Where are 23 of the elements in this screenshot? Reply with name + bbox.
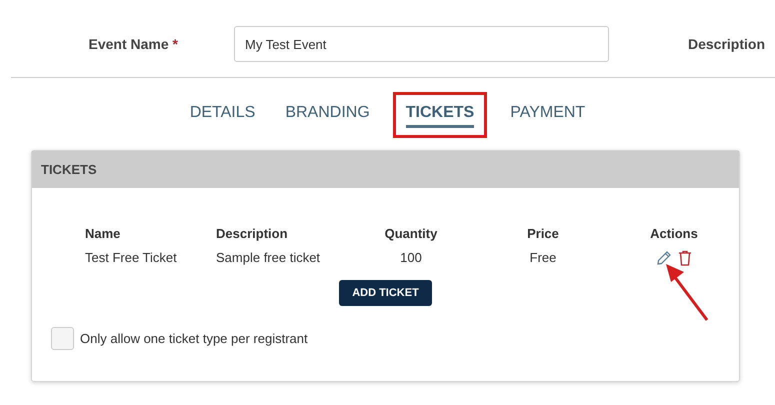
table-cell-text: Sample free ticket <box>216 250 322 266</box>
column-header: Quantity <box>384 226 438 241</box>
checkbox[interactable] <box>51 327 74 350</box>
annotation-arrow <box>664 262 710 322</box>
column-header: Price <box>526 226 560 241</box>
event-name-field[interactable]: My Test Event <box>234 26 609 62</box>
event-name-label: Event Name * <box>88 36 178 52</box>
tab[interactable]: TICKETS <box>392 92 488 138</box>
trash-icon[interactable] <box>678 250 692 266</box>
description-label: Description <box>688 36 766 52</box>
tab[interactable]: DETAILS <box>176 92 268 138</box>
column-header: Actions <box>649 226 699 241</box>
pencil-icon[interactable] <box>656 250 672 266</box>
table-cell-text: Free <box>528 250 558 266</box>
panel-header: TICKETS <box>32 151 739 188</box>
checkbox-label: Only allow one ticket type per registrant <box>80 331 308 346</box>
column-header: Description <box>216 226 289 241</box>
add-ticket-button[interactable]: ADD TICKET <box>339 280 432 306</box>
tab[interactable]: BRANDING <box>272 92 383 138</box>
column-header: Name <box>85 226 122 241</box>
table-cell-text: Test Free Ticket <box>85 250 178 266</box>
tab[interactable]: PAYMENT <box>497 92 598 138</box>
table-cell-text: 100 <box>399 250 423 266</box>
